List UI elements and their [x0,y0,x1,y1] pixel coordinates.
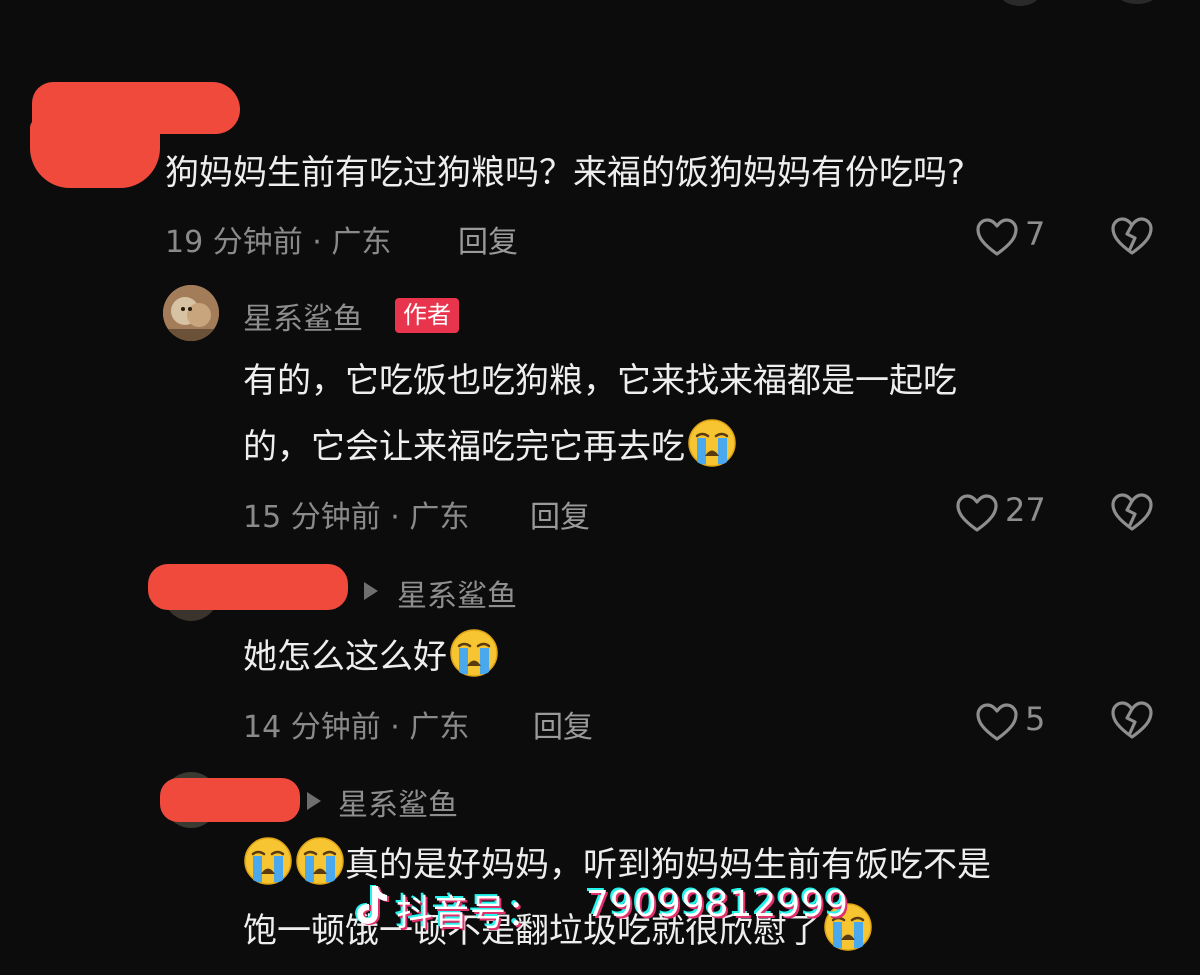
loudly-crying-face-emoji [687,418,737,468]
top-partial-icon-1 [1000,0,1040,6]
comment-text: 狗妈妈生前有吃过狗粮吗？来福的饭狗妈妈有份吃吗? [165,153,966,193]
author-badge: 作者 [395,298,459,333]
redaction-mark [30,118,160,188]
like-count: 27 [1005,491,1046,529]
heart-outline-icon [975,217,1019,257]
comment-text-line-2: 的，它会让来福吃完它再去吃 [243,418,737,475]
comment-text: 她怎么这么好 [243,637,447,677]
heart-outline-icon [975,702,1019,742]
reply-button[interactable]: 回复 [458,217,518,261]
reply-button[interactable]: 回复 [530,492,590,536]
triangle-right-icon [307,792,321,810]
watermark-label: 抖音号： [396,893,545,934]
loudly-crying-face-emoji [243,836,293,886]
comment-text: 真的是好妈妈，听到狗妈妈生前有饭吃不是 [345,845,991,885]
watermark-id: 79099812999 [586,884,849,925]
broken-heart-icon[interactable] [1110,216,1154,256]
heart-outline-icon [955,493,999,533]
comment-text-line: 她怎么这么好 [243,628,499,685]
like-count: 7 [1025,215,1046,253]
redaction-mark [160,778,300,822]
comment-meta: 15 分钟前 · 广东 [243,500,470,535]
tiktok-logo-icon [355,885,389,925]
triangle-right-icon [364,582,378,600]
reply-to-username[interactable]: 星系鲨鱼 [397,571,517,615]
top-partial-icon-2 [1115,0,1159,4]
username[interactable]: 星系鲨鱼 [243,294,363,338]
avatar[interactable] [163,285,219,341]
comment-text: 有的，它吃饭也吃狗粮，它来找来福都是一起吃 [243,361,957,401]
broken-heart-icon[interactable] [1110,492,1154,532]
dog-avatar-image [163,285,219,341]
reply-button[interactable]: 回复 [533,702,593,746]
loudly-crying-face-emoji [449,628,499,678]
comment-meta: 19 分钟前 · 广东 [165,225,392,260]
comment-text: 的，它会让来福吃完它再去吃 [243,427,685,467]
comment-meta: 14 分钟前 · 广东 [243,710,470,745]
broken-heart-icon[interactable] [1110,700,1154,740]
redaction-mark [148,564,348,610]
like-count: 5 [1025,700,1046,738]
loudly-crying-face-emoji [295,836,345,886]
reply-to-username[interactable]: 星系鲨鱼 [338,780,458,824]
